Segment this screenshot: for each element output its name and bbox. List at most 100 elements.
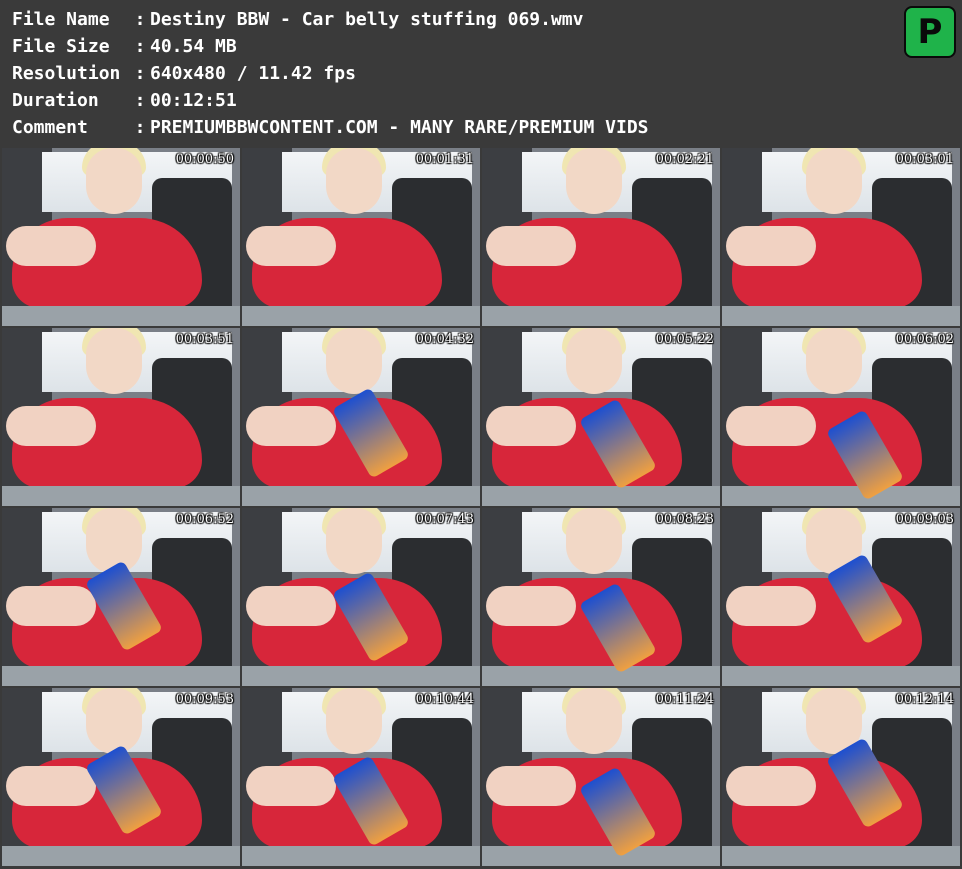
thumbnail-head <box>326 688 382 754</box>
duration-value: 00:12:51 <box>150 89 237 111</box>
video-thumbnail: 00:02:21 <box>482 148 720 326</box>
thumbnail-timestamp: 00:09:03 <box>895 512 954 527</box>
thumbnail-arm <box>6 766 96 806</box>
resolution-value: 640x480 / 11.42 fps <box>150 62 356 84</box>
thumbnail-timestamp: 00:00:50 <box>175 152 234 167</box>
thumbnail-dash <box>722 486 960 506</box>
thumbnail-head <box>326 148 382 214</box>
file-name-label: File Name <box>12 8 110 30</box>
file-size-separator: : <box>134 35 146 57</box>
thumbnail-grid: 00:00:50 00:01:31 00:02:21 00:03:01 00:03:51… <box>2 148 962 868</box>
thumbnail-timestamp: 00:01:31 <box>415 152 474 167</box>
thumbnail-arm <box>726 406 816 446</box>
thumbnail-head <box>326 328 382 394</box>
thumbnail-head <box>566 328 622 394</box>
video-thumbnail: 00:04:32 <box>242 328 480 506</box>
thumbnail-timestamp: 00:12:14 <box>895 692 954 707</box>
thumbnail-head <box>566 148 622 214</box>
thumbnail-head <box>566 508 622 574</box>
video-thumbnail: 00:09:03 <box>722 508 960 686</box>
thumbnail-timestamp: 00:06:02 <box>895 332 954 347</box>
thumbnail-timestamp: 00:06:52 <box>175 512 234 527</box>
video-thumbnail: 00:01:31 <box>242 148 480 326</box>
thumbnail-dash <box>2 666 240 686</box>
thumbnail-timestamp: 00:11:24 <box>655 692 714 707</box>
thumbnail-dash <box>482 306 720 326</box>
thumbnail-arm <box>6 586 96 626</box>
thumbnail-head <box>86 328 142 394</box>
comment-separator: : <box>134 116 146 138</box>
thumbnail-dash <box>2 306 240 326</box>
thumbnail-dash <box>242 846 480 866</box>
resolution-row: Resolution : 640x480 / 11.42 fps <box>12 62 356 84</box>
thumbnail-timestamp: 00:08:23 <box>655 512 714 527</box>
file-name-row: File Name : Destiny BBW - Car belly stuf… <box>12 8 583 30</box>
video-thumbnail: 00:08:23 <box>482 508 720 686</box>
video-thumbnail: 00:11:24 <box>482 688 720 866</box>
resolution-separator: : <box>134 62 146 84</box>
p-logo-icon: P <box>904 6 956 58</box>
thumbnail-arm <box>486 586 576 626</box>
video-thumbnail: 00:12:14 <box>722 688 960 866</box>
thumbnail-arm <box>6 406 96 446</box>
thumbnail-dash <box>722 846 960 866</box>
thumbnail-dash <box>722 306 960 326</box>
thumbnail-arm <box>246 586 336 626</box>
thumbnail-timestamp: 00:10:44 <box>415 692 474 707</box>
duration-label: Duration <box>12 89 99 111</box>
info-header: File Name : Destiny BBW - Car belly stuf… <box>0 0 962 148</box>
thumbnail-dash <box>482 846 720 866</box>
comment-label: Comment <box>12 116 88 138</box>
thumbnail-timestamp: 00:05:22 <box>655 332 714 347</box>
thumbnail-timestamp: 00:07:43 <box>415 512 474 527</box>
video-thumbnail: 00:06:02 <box>722 328 960 506</box>
thumbnail-dash <box>722 666 960 686</box>
thumbnail-head <box>806 148 862 214</box>
thumbnail-dash <box>2 486 240 506</box>
thumbnail-dash <box>2 846 240 866</box>
thumbnail-head <box>86 148 142 214</box>
thumbnail-arm <box>486 406 576 446</box>
thumbnail-head <box>806 328 862 394</box>
video-thumbnail: 00:06:52 <box>2 508 240 686</box>
thumbnail-arm <box>246 406 336 446</box>
thumbnail-dash <box>242 486 480 506</box>
thumbnail-arm <box>246 766 336 806</box>
duration-row: Duration : 00:12:51 <box>12 89 237 111</box>
thumbnail-arm <box>246 226 336 266</box>
thumbnail-timestamp: 00:03:01 <box>895 152 954 167</box>
file-size-value: 40.54 MB <box>150 35 237 57</box>
file-name-separator: : <box>134 8 146 30</box>
thumbnail-arm <box>6 226 96 266</box>
file-name-value: Destiny BBW - Car belly stuffing 069.wmv <box>150 8 584 30</box>
thumbnail-head <box>566 688 622 754</box>
video-thumbnail: 00:00:50 <box>2 148 240 326</box>
video-thumbnail: 00:05:22 <box>482 328 720 506</box>
thumbnail-dash <box>242 306 480 326</box>
comment-value: PREMIUMBBWCONTENT.COM - MANY RARE/PREMIU… <box>150 116 649 138</box>
thumbnail-arm <box>486 226 576 266</box>
thumbnail-arm <box>726 226 816 266</box>
comment-row: Comment : PREMIUMBBWCONTENT.COM - MANY R… <box>12 116 649 138</box>
thumbnail-dash <box>482 486 720 506</box>
video-thumbnail: 00:07:43 <box>242 508 480 686</box>
thumbnail-dash <box>482 666 720 686</box>
thumbnail-timestamp: 00:04:32 <box>415 332 474 347</box>
duration-separator: : <box>134 89 146 111</box>
thumbnail-arm <box>486 766 576 806</box>
video-thumbnail: 00:03:51 <box>2 328 240 506</box>
file-size-row: File Size : 40.54 MB <box>12 35 237 57</box>
video-thumbnail: 00:10:44 <box>242 688 480 866</box>
thumbnail-timestamp: 00:02:21 <box>655 152 714 167</box>
thumbnail-arm <box>726 586 816 626</box>
thumbnail-dash <box>242 666 480 686</box>
thumbnail-timestamp: 00:03:51 <box>175 332 234 347</box>
video-thumbnail: 00:03:01 <box>722 148 960 326</box>
thumbnail-head <box>326 508 382 574</box>
resolution-label: Resolution <box>12 62 121 84</box>
logo-letter: P <box>917 12 943 52</box>
file-size-label: File Size <box>12 35 110 57</box>
thumbnail-arm <box>726 766 816 806</box>
thumbnail-timestamp: 00:09:53 <box>175 692 234 707</box>
video-thumbnail: 00:09:53 <box>2 688 240 866</box>
